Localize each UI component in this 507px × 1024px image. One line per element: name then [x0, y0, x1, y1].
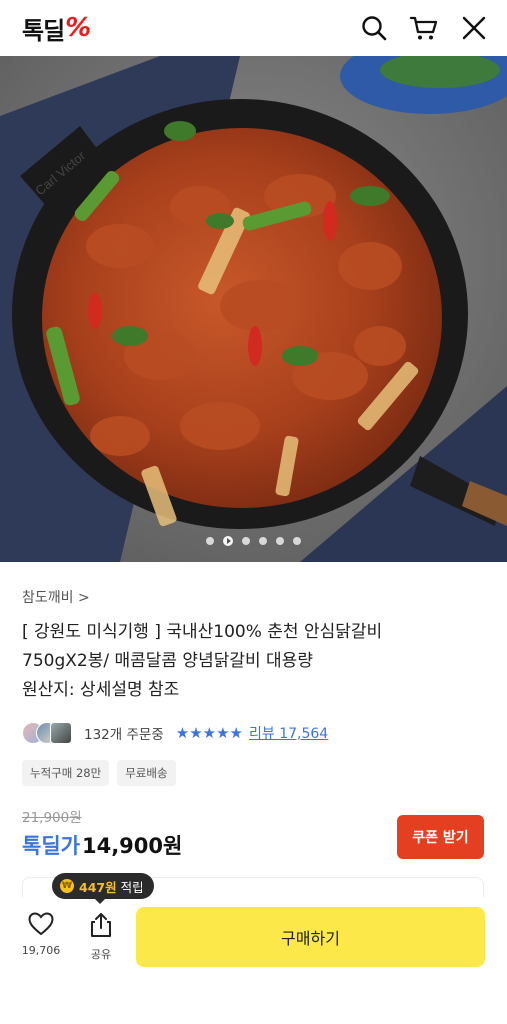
cart-icon[interactable] [409, 13, 439, 43]
price-row: 톡딜가 14,900원 [22, 830, 182, 860]
avatar [50, 722, 72, 744]
carousel-dot[interactable] [259, 537, 267, 545]
badge-free-shipping: 무료배송 [117, 760, 176, 786]
title-line: [ 강원도 미식기행 ] 국내산100% 춘천 안심닭갈비 [22, 622, 383, 642]
buy-button[interactable]: 구매하기 [136, 907, 485, 967]
carousel-dot[interactable] [276, 537, 284, 545]
close-icon[interactable] [459, 13, 489, 43]
rating-stars: ★★★★★ [175, 724, 243, 742]
logo-mark: % [65, 13, 91, 43]
coin-icon: ₩ [60, 879, 74, 893]
review-link[interactable]: 리뷰 17,564 [249, 723, 328, 743]
order-count: 132개 주문중 [84, 727, 164, 743]
coupon-button[interactable]: 쿠폰 받기 [397, 815, 484, 859]
logo-text: 톡딜 [22, 16, 65, 45]
social-proof-row: 132개 주문중 ★★★★★ 리뷰 17,564 [22, 720, 328, 746]
brand-link[interactable]: 참도깨비 > [22, 587, 90, 607]
top-header: 톡딜 % [0, 0, 507, 56]
points-amount: 447원 [79, 879, 117, 895]
carousel-dot[interactable] [206, 537, 214, 545]
sale-price: 14,900원 [81, 834, 183, 858]
original-price: 21,900원 [22, 810, 82, 826]
like-button[interactable]: 19,706 [18, 912, 64, 957]
heart-icon [28, 912, 54, 936]
logo[interactable]: 톡딜 % [22, 11, 91, 46]
points-suffix: 적립 [120, 879, 144, 895]
title-line: 750gX2봉/ 매콤달콤 양념닭갈비 대용량 [22, 651, 313, 671]
price-label: 톡딜가 [22, 834, 80, 858]
buyer-avatars [22, 722, 72, 744]
like-count: 19,706 [21, 944, 61, 957]
header-actions [359, 13, 489, 43]
carousel-dot[interactable] [242, 537, 250, 545]
points-tooltip: ₩ 447원 적립 [52, 873, 154, 904]
carousel-indicator [0, 536, 507, 546]
badge-cumulative-purchases: 누적구매 28만 [22, 760, 110, 786]
product-title: [ 강원도 미식기행 ] 국내산100% 춘천 안심닭갈비 750gX2봉/ 매… [22, 618, 492, 705]
carousel-dot-active-play[interactable] [223, 536, 233, 546]
title-line: 원산지: 상세설명 참조 [22, 680, 180, 700]
share-button[interactable]: 공유 [80, 912, 122, 962]
search-icon[interactable] [359, 13, 389, 43]
share-label: 공유 [90, 948, 112, 961]
carousel-dot[interactable] [293, 537, 301, 545]
share-icon [91, 913, 111, 937]
badge-row: 누적구매 28만 무료배송 [22, 760, 176, 786]
product-image-carousel[interactable]: Carl Victor [0, 56, 507, 562]
product-photo: Carl Victor [0, 56, 507, 562]
